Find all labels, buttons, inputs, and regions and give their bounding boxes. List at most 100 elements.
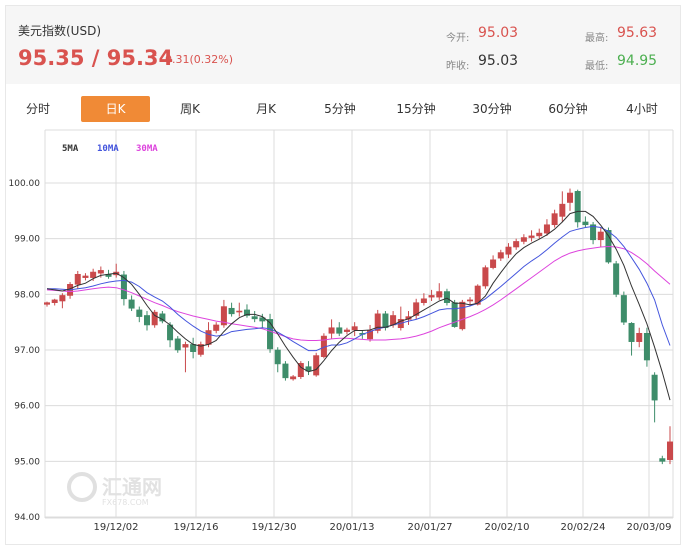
candle-body [267,319,274,350]
x-tick-label: 19/12/16 [174,522,219,533]
candle [136,306,143,323]
candle [413,298,420,320]
candle-body [82,275,89,278]
candle-body [420,298,427,303]
candle-body [97,270,104,274]
x-tick-label: 20/02/24 [561,522,606,533]
x-tick-label: 19/12/30 [252,522,297,533]
candle [436,283,443,300]
candle-body [620,295,627,323]
candle [666,426,673,465]
candle [443,288,450,306]
legend-30ma: 30MA [136,144,158,154]
y-tick-label: 94.00 [14,513,40,523]
candle [613,260,620,298]
candle [590,221,597,245]
candle-body [136,309,143,317]
legend-5ma: 5MA [62,144,79,154]
candle-body [382,313,389,329]
candle [536,228,543,239]
candle-body [120,274,127,300]
y-tick-label: 100.00 [9,179,41,189]
candle [320,333,327,359]
candle [367,324,374,342]
candle-body [528,235,535,238]
moving-average-lines [46,210,671,401]
candle-body [651,374,658,401]
candle [128,295,135,312]
candle [336,322,343,337]
candle [236,302,243,317]
x-tick-label: 20/01/13 [330,522,375,533]
candle [282,361,289,381]
candle [343,327,350,335]
candle [297,361,304,379]
candle [213,322,220,334]
candle [182,341,189,373]
candle [490,255,497,270]
candle [574,189,581,228]
watermark: 汇通网 FX678.COM [67,472,162,507]
candle-body [74,273,81,285]
x-axis: 19/12/02 19/12/16 19/12/30 20/01/13 20/01/27… [94,522,672,533]
candle-body [51,299,58,303]
candle-body [90,271,97,278]
candles [43,188,673,465]
watermark-name: 汇通网 [102,475,162,499]
candle [167,322,174,348]
candle [190,337,197,359]
candle-body [143,315,150,326]
candle-body [582,221,589,226]
candle [174,336,181,353]
candle-body [505,246,512,255]
candle-body [536,232,543,237]
x-tick-label: 19/12/02 [94,522,139,533]
candle-body [228,307,235,315]
candle-body [151,311,158,326]
ma30-line [46,245,671,341]
candle-body [551,213,558,226]
ma5-line [46,210,671,401]
candle [497,249,504,261]
y-tick-label: 96.00 [14,402,40,412]
y-tick-label: 95.00 [14,457,40,467]
candle-body [174,338,181,351]
candle [567,188,574,211]
candle-body [459,301,466,330]
candle-body [343,329,350,332]
candle-body [613,263,620,295]
candle-body [467,299,474,302]
candle-body [190,344,197,352]
candle-body [43,302,50,305]
candle [82,273,89,281]
candle-body [428,295,435,298]
candle [313,352,320,377]
candle-body [520,237,527,242]
candle [220,299,227,328]
candle-body [328,327,335,334]
candle [197,341,204,357]
candle-body [236,310,243,313]
candle [451,299,458,328]
ma10-line [47,225,671,352]
candle-body [497,252,504,259]
chart-legend: 5MA 10MA 30MA [62,144,158,154]
y-tick-label: 97.00 [14,346,40,356]
candle [520,234,527,245]
candle-body [574,191,581,223]
candle [305,361,312,376]
candle [274,347,281,373]
candle-body [567,192,574,203]
candle-body [213,324,220,331]
candle-body [659,458,666,462]
candle [620,291,627,325]
candle [113,263,120,278]
y-tick-label: 98.00 [14,290,40,300]
candle-body [436,291,443,298]
candle [582,216,589,228]
watermark-domain: FX678.COM [102,498,149,507]
x-tick-label: 20/03/09 [627,522,672,533]
x-tick-label: 20/02/10 [485,522,530,533]
candle-body [128,299,135,309]
candle [143,311,150,331]
